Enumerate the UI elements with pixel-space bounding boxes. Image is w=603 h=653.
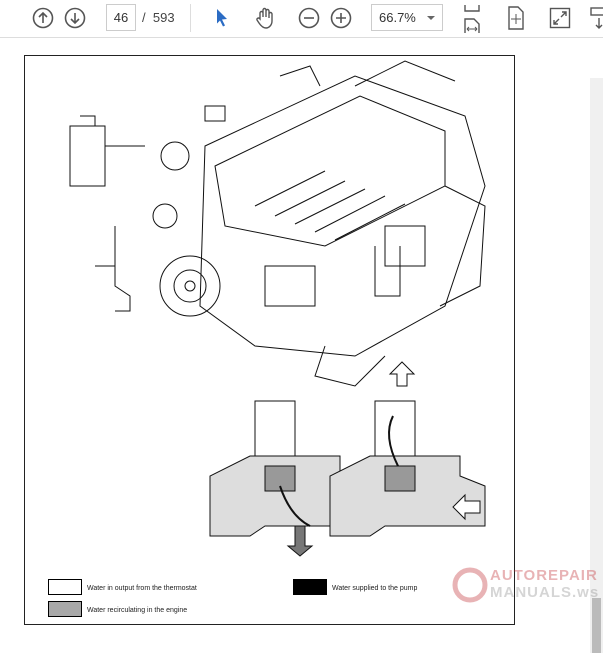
watermark-logo-icon — [452, 567, 488, 603]
minus-circle-icon — [298, 7, 320, 29]
page-separator: / — [142, 10, 146, 25]
arrow-down-circle-icon — [64, 7, 86, 29]
scrollbar-thumb[interactable] — [592, 598, 601, 653]
fit-page-icon — [508, 6, 524, 30]
more-tools-button[interactable] — [590, 6, 603, 30]
legend-swatch-pump — [293, 579, 327, 595]
pdf-page: Water in output from the thermostat Wate… — [24, 55, 515, 625]
fit-width-button[interactable] — [461, 3, 483, 35]
zoom-in-button[interactable] — [329, 6, 353, 30]
page-number-input[interactable]: 46 — [106, 4, 136, 31]
legend-swatch-output — [48, 579, 82, 595]
fit-width-icon — [464, 5, 480, 33]
document-viewport[interactable]: Water in output from the thermostat Wate… — [0, 39, 603, 653]
divider — [190, 4, 191, 32]
fit-page-button[interactable] — [505, 6, 527, 30]
hand-tool-button[interactable] — [252, 6, 278, 30]
legend-label-output: Water in output from the thermostat — [87, 585, 197, 592]
page-total: / 593 — [142, 10, 175, 25]
zoom-out-button[interactable] — [297, 6, 321, 30]
watermark: AUTOREPAIR MANUALS.ws — [452, 565, 602, 605]
page-count: 593 — [152, 10, 175, 25]
previous-page-button[interactable] — [31, 6, 55, 30]
expand-icon — [549, 7, 571, 29]
watermark-line1: AUTOREPAIR — [490, 567, 598, 584]
next-page-button[interactable] — [63, 6, 87, 30]
legend-swatch-recirculating — [48, 601, 82, 617]
watermark-line2: MANUALS.ws — [490, 584, 600, 601]
plus-circle-icon — [330, 7, 352, 29]
zoom-level-select[interactable]: 66.7% — [371, 4, 443, 31]
full-screen-button[interactable] — [549, 6, 571, 30]
legend-label-pump: Water supplied to the pump — [332, 585, 418, 592]
hand-icon — [256, 7, 273, 29]
rotate-icon — [590, 7, 603, 29]
select-tool-button[interactable] — [212, 6, 232, 30]
chevron-down-icon — [427, 16, 435, 20]
toolbar: 46 / 593 66.7% — [0, 0, 603, 38]
engine-cooling-diagram — [69, 60, 486, 557]
legend-label-recirculating: Water recirculating in the engine — [87, 607, 188, 614]
cursor-icon — [217, 9, 227, 27]
zoom-level-value: 66.7% — [379, 10, 416, 25]
arrow-up-circle-icon — [32, 7, 54, 29]
